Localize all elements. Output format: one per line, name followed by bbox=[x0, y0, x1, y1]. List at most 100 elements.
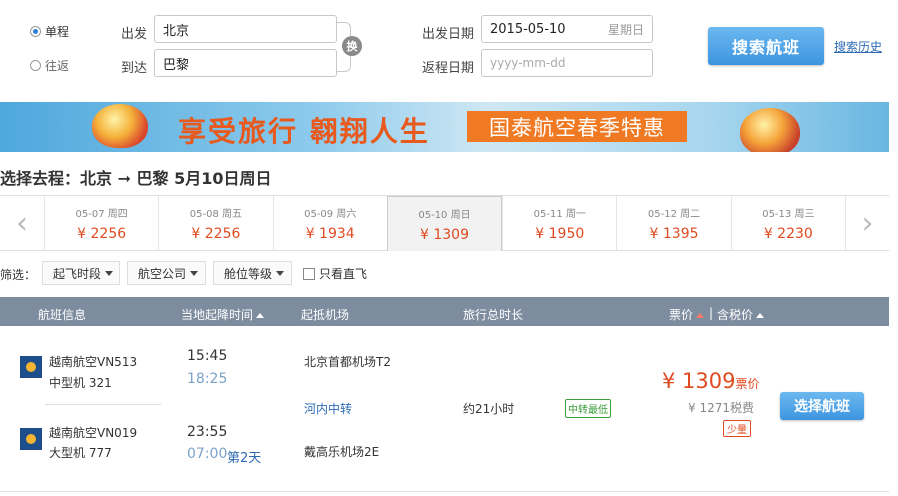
trip-one-way-radio[interactable]: 单程 bbox=[30, 23, 69, 40]
return-date-label: 返程日期 bbox=[422, 61, 475, 76]
date-tab-price: ¥ 2256 bbox=[191, 225, 241, 242]
ticket-price-value: ¥ 1309 bbox=[662, 369, 736, 393]
leg2-dep-time: 23:55 bbox=[187, 424, 228, 440]
date-tab-date: 05-09 周六 bbox=[304, 208, 357, 220]
next-dates-button[interactable]: › bbox=[844, 196, 889, 250]
leg1-airline: 越南航空VN513 bbox=[49, 355, 138, 369]
date-tab-price: ¥ 2230 bbox=[763, 225, 813, 242]
filter-label: 筛选： bbox=[0, 268, 37, 282]
date-tab-price: ¥ 2256 bbox=[77, 225, 127, 242]
direct-only-checkbox[interactable]: 只看直飞 bbox=[303, 265, 367, 282]
depart-date-label: 出发日期 bbox=[422, 27, 475, 42]
col-tax-price[interactable]: 含税价 bbox=[717, 306, 765, 323]
filter-cabin-label: 舱位等级 bbox=[224, 266, 273, 281]
ticket-price: ¥ 1309票价 bbox=[662, 369, 760, 393]
arrive-city-value: 巴黎 bbox=[163, 57, 190, 73]
date-tab-date: 05-08 周五 bbox=[189, 208, 243, 220]
chevron-left-icon: ‹ bbox=[16, 205, 28, 241]
date-tab-date: 05-12 周二 bbox=[647, 208, 701, 220]
date-tab-date: 05-07 周四 bbox=[75, 208, 128, 220]
leg1-dep-airport: 北京首都机场T2 bbox=[304, 355, 391, 369]
search-flights-button[interactable]: 搜索航班 bbox=[708, 27, 824, 65]
date-tab-date: 05-11 周一 bbox=[533, 208, 586, 220]
date-tab[interactable]: 05-12 周二 ¥ 1395 bbox=[616, 196, 730, 250]
date-tab-price: ¥ 1934 bbox=[305, 225, 355, 242]
sort-up-icon bbox=[756, 313, 765, 318]
caret-down-icon bbox=[276, 270, 285, 276]
date-tab[interactable]: 05-07 周四 ¥ 2256 bbox=[44, 196, 158, 250]
date-price-strip: ‹ 05-07 周四 ¥ 2256 05-08 周五 ¥ 2256 05-09 周六… bbox=[0, 195, 889, 251]
caret-down-icon bbox=[105, 270, 113, 276]
col-price-label: 票价 bbox=[669, 308, 694, 322]
date-tab[interactable]: 05-09 周六 ¥ 1934 bbox=[272, 196, 387, 250]
date-tab-date: 05-13 周三 bbox=[762, 208, 815, 220]
balloon-image-right bbox=[740, 108, 800, 152]
date-tab-date: 05-10 周日 bbox=[418, 209, 471, 221]
chevron-right-icon: › bbox=[861, 205, 874, 241]
swap-cities-button[interactable]: 换 bbox=[342, 36, 362, 56]
depart-date-value: 2015-05-10 bbox=[490, 21, 566, 37]
depart-city-input[interactable]: 北京 bbox=[154, 15, 337, 43]
search-history-link[interactable]: 搜索历史 bbox=[834, 38, 882, 55]
filter-depart-time-label: 起飞时段 bbox=[53, 266, 102, 281]
filter-airline-label: 航空公司 bbox=[138, 266, 187, 281]
leg1-dep-time: 15:45 bbox=[187, 348, 228, 364]
select-flight-button[interactable]: 选择航班 bbox=[780, 392, 864, 420]
col-airports: 起抵机场 bbox=[301, 308, 350, 322]
filter-airline-dropdown[interactable]: 航空公司 bbox=[127, 261, 206, 285]
trip-round-trip-label: 往返 bbox=[45, 59, 70, 73]
date-tab[interactable]: 05-11 周一 ¥ 1950 bbox=[502, 196, 616, 250]
col-tax-price-label: 含税价 bbox=[717, 308, 754, 322]
col-duration: 旅行总时长 bbox=[463, 308, 524, 322]
sort-up-icon bbox=[256, 313, 265, 318]
row-bottom-divider bbox=[0, 491, 889, 492]
airline-logo-icon bbox=[20, 428, 42, 450]
promo-banner[interactable]: 享受旅行 翱翔人生 国泰航空春季特惠 bbox=[0, 102, 889, 152]
date-tab-selected[interactable]: 05-10 周日 ¥ 1309 bbox=[386, 196, 503, 251]
total-duration: 约21小时 bbox=[463, 402, 515, 416]
col-price[interactable]: 票价 bbox=[669, 306, 705, 323]
balloon-image-left bbox=[92, 104, 148, 148]
depart-date-input[interactable]: 2015-05-10 星期日 bbox=[481, 15, 653, 43]
filter-depart-time-dropdown[interactable]: 起飞时段 bbox=[42, 261, 120, 285]
banner-promo-tag: 国泰航空春季特惠 bbox=[467, 111, 687, 142]
tax-price: ¥ 1271税费 bbox=[688, 399, 754, 416]
filter-cabin-dropdown[interactable]: 舱位等级 bbox=[213, 261, 292, 285]
date-tab-price: ¥ 1309 bbox=[419, 226, 469, 243]
route-title: 选择去程：北京 ➞ 巴黎 5月10日周日 bbox=[0, 169, 272, 188]
depart-city-label: 出发 bbox=[121, 27, 148, 42]
leg-divider bbox=[45, 404, 161, 405]
checkbox-icon bbox=[303, 267, 315, 280]
sort-up-active-icon bbox=[696, 313, 705, 318]
col-separator: | bbox=[709, 306, 714, 320]
cheapest-transfer-badge: 中转最低 bbox=[565, 399, 611, 418]
tax-price-value: ¥ 1271 bbox=[688, 401, 730, 415]
results-table-header: 航班信息 当地起降时间 起抵机场 旅行总时长 票价 | 含税价 bbox=[0, 297, 889, 326]
date-tab-price: ¥ 1950 bbox=[535, 225, 585, 242]
date-tab[interactable]: 05-13 周三 ¥ 2230 bbox=[730, 196, 845, 250]
trip-round-trip-radio[interactable]: 往返 bbox=[30, 57, 69, 74]
arrive-city-input[interactable]: 巴黎 bbox=[154, 49, 337, 77]
return-date-input[interactable]: yyyy-mm-dd bbox=[481, 49, 653, 77]
prev-dates-button[interactable]: ‹ bbox=[0, 196, 44, 250]
date-tab-price: ¥ 1395 bbox=[649, 225, 699, 242]
leg2-arr-airport: 戴高乐机场2E bbox=[304, 445, 380, 459]
radio-unchecked-icon bbox=[30, 60, 41, 71]
leg2-airline: 越南航空VN019 bbox=[49, 426, 138, 440]
date-tab[interactable]: 05-08 周五 ¥ 2256 bbox=[158, 196, 272, 250]
col-local-time[interactable]: 当地起降时间 bbox=[181, 306, 265, 323]
airline-logo-icon bbox=[20, 356, 42, 378]
col-flight-info: 航班信息 bbox=[38, 308, 87, 322]
depart-city-value: 北京 bbox=[163, 23, 190, 39]
trip-one-way-label: 单程 bbox=[45, 25, 70, 39]
col-local-time-label: 当地起降时间 bbox=[181, 308, 254, 322]
low-stock-badge: 少量 bbox=[723, 420, 751, 437]
direct-only-label: 只看直飞 bbox=[319, 267, 368, 281]
banner-slogan: 享受旅行 翱翔人生 bbox=[178, 115, 430, 148]
leg2-plane: 大型机 777 bbox=[49, 446, 112, 460]
transfer-city: 河内中转 bbox=[304, 402, 353, 416]
leg2-arr-time: 07:00 bbox=[187, 446, 228, 462]
next-day-indicator: 第2天 bbox=[227, 451, 262, 466]
depart-weekday: 星期日 bbox=[607, 22, 644, 37]
tax-price-suffix: 税费 bbox=[730, 401, 755, 415]
